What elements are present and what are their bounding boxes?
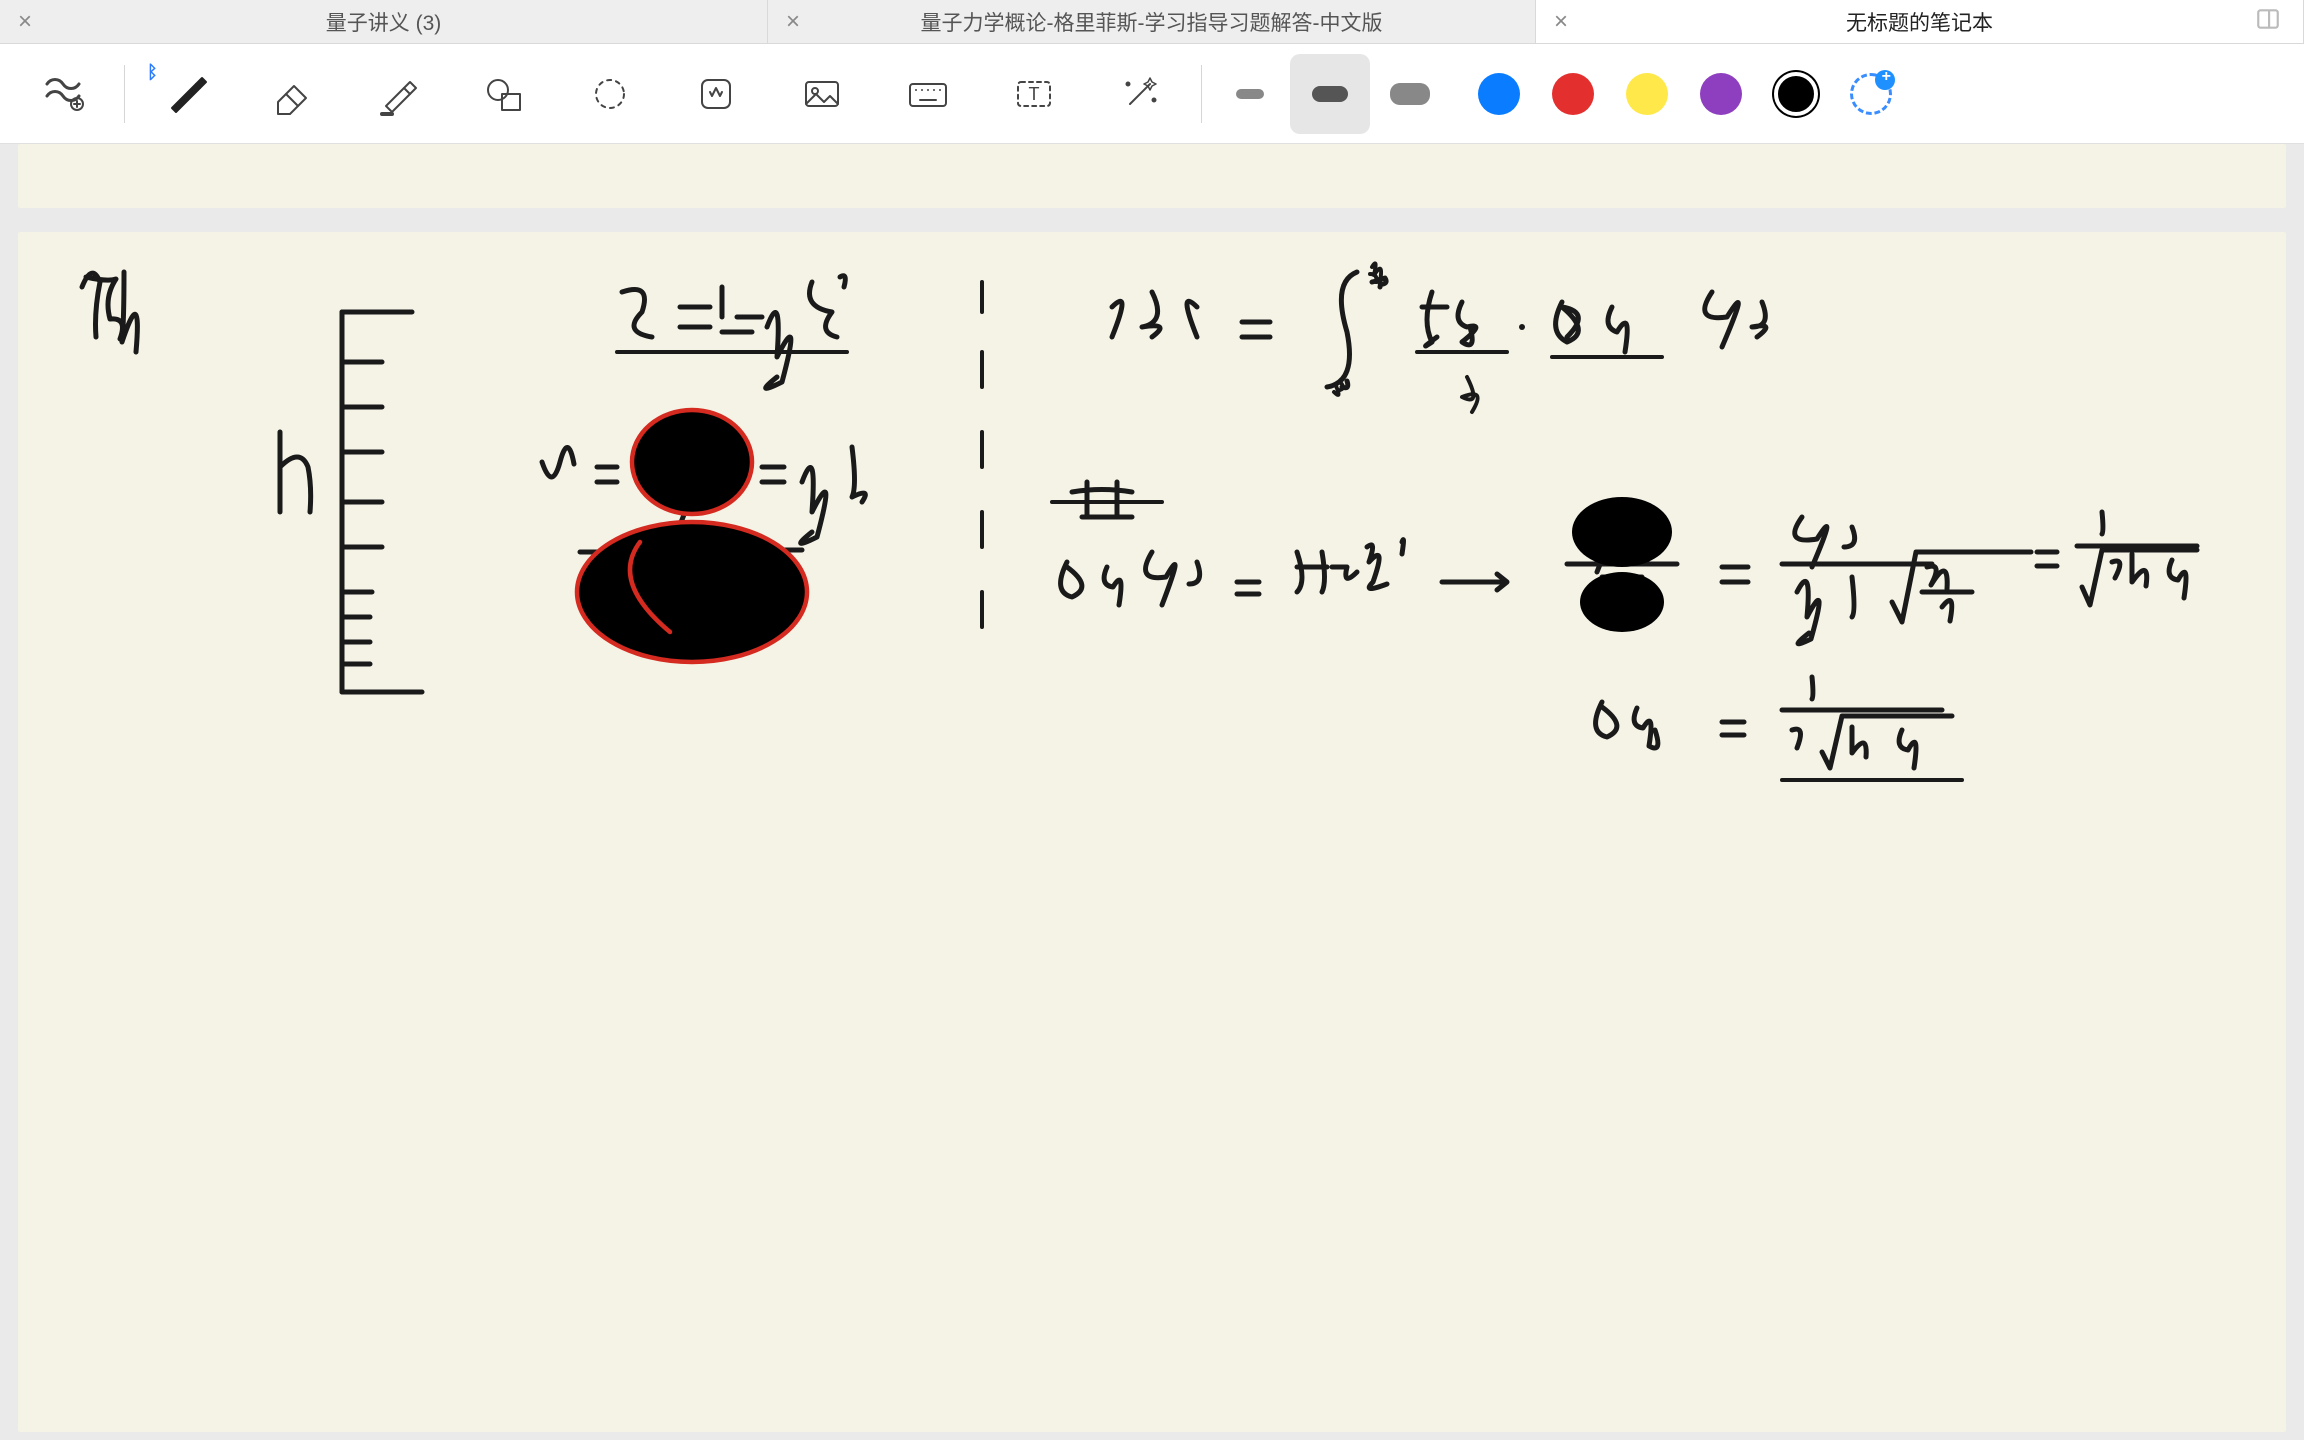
page-previous-edge [18, 144, 2286, 208]
lasso-button[interactable] [557, 54, 663, 134]
tab-bar: × 量子讲义 (3) × 量子力学概论-格里菲斯-学习指导习题解答-中文版 × … [0, 0, 2304, 44]
tab-2[interactable]: × 量子力学概论-格里菲斯-学习指导习题解答-中文版 [768, 0, 1536, 43]
tab-3[interactable]: × 无标题的笔记本 [1536, 0, 2304, 43]
app-root: × 量子讲义 (3) × 量子力学概论-格里菲斯-学习指导习题解答-中文版 × … [0, 0, 2304, 1440]
close-icon[interactable]: × [1554, 10, 1568, 34]
canvas-area[interactable] [0, 144, 2304, 1440]
keyboard-button[interactable] [875, 54, 981, 134]
tab-label: 量子力学概论-格里菲斯-学习指导习题解答-中文版 [921, 7, 1383, 37]
tab-label: 量子讲义 (3) [326, 7, 442, 37]
toolbar: ᛒ T [0, 44, 2304, 144]
zoom-add-button[interactable] [10, 54, 116, 134]
stroke-medium[interactable] [1290, 54, 1370, 134]
close-icon[interactable]: × [786, 10, 800, 34]
shapes-button[interactable] [451, 54, 557, 134]
color-red[interactable] [1552, 73, 1594, 115]
page-current[interactable] [18, 232, 2286, 1432]
bluetooth-icon: ᛒ [147, 62, 158, 83]
highlighter-button[interactable] [345, 54, 451, 134]
sticker-button[interactable] [663, 54, 769, 134]
divider [1201, 65, 1202, 123]
close-icon[interactable]: × [18, 10, 32, 34]
svg-text:T: T [1029, 84, 1040, 104]
divider [124, 65, 125, 123]
tab-1[interactable]: × 量子讲义 (3) [0, 0, 768, 43]
magic-button[interactable] [1087, 54, 1193, 134]
pen-button[interactable]: ᛒ [133, 54, 239, 134]
stroke-thin[interactable] [1210, 54, 1290, 134]
color-blue[interactable] [1478, 73, 1520, 115]
tab-label: 无标题的笔记本 [1846, 7, 1993, 37]
handwriting-layer [18, 232, 2286, 1432]
color-purple[interactable] [1700, 73, 1742, 115]
stroke-thick[interactable] [1370, 54, 1450, 134]
color-yellow[interactable] [1626, 73, 1668, 115]
eraser-button[interactable] [239, 54, 345, 134]
textbox-button[interactable]: T [981, 54, 1087, 134]
split-view-icon[interactable] [2255, 6, 2281, 38]
image-button[interactable] [769, 54, 875, 134]
color-black[interactable] [1774, 72, 1818, 116]
color-custom[interactable] [1850, 73, 1892, 115]
